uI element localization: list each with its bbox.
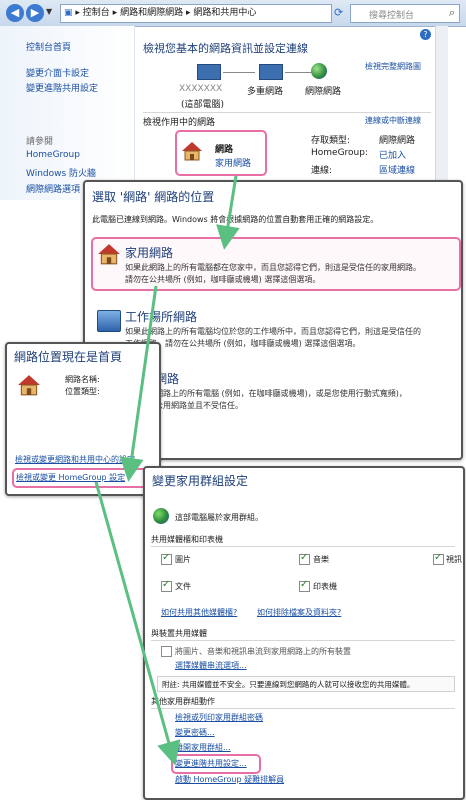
- videos-label: 視訊: [446, 555, 462, 564]
- public-option-desc-1: 網路上的所有電腦 (例如，在咖啡廳或機場)，或是您使用行動式寬頻)，: [155, 389, 407, 398]
- network-name-label: 網路名稱:: [65, 375, 100, 384]
- homegroup-label: HomeGroup:: [311, 148, 369, 158]
- stream-media-checkbox[interactable]: [161, 646, 172, 657]
- access-type-label: 存取類型:: [311, 136, 351, 146]
- dialog-title: 變更家用群組設定: [152, 474, 249, 488]
- breadcrumb-item[interactable]: 網路和網際網路: [120, 8, 183, 18]
- homegroup-status-link[interactable]: 已加入: [379, 148, 406, 161]
- share-section-heading: 共用媒體櫃和印表機: [151, 535, 223, 544]
- forward-button[interactable]: ▶: [26, 4, 44, 22]
- printers-label: 印表機: [313, 582, 337, 591]
- documents-label: 文件: [175, 582, 191, 591]
- help-icon[interactable]: ?: [420, 29, 431, 40]
- music-checkbox[interactable]: [299, 552, 310, 565]
- view-sharing-center-link[interactable]: 檢視或變更網路和共用中心的設定: [15, 454, 135, 465]
- location-now-home-dialog: 網路位置現在是首頁 網路名稱: 位置類型: 檢視或變更網路和共用中心的設定 檢視…: [5, 342, 161, 496]
- other-actions-heading: 其他家用群組動作: [151, 697, 215, 706]
- home-network-icon: [181, 141, 203, 164]
- section-divider: [151, 708, 455, 709]
- control-panel-icon: ▣: [64, 8, 73, 18]
- view-password-link[interactable]: 檢視或列印家用群組密碼: [175, 712, 263, 723]
- change-advanced-sharing-link[interactable]: 變更進階共用設定...: [175, 758, 247, 769]
- home-option-desc-1: 如果此網路上的所有電腦都在您家中，而且您認得它們，則這是受信任的家用網路。: [125, 263, 421, 272]
- sidebar-item-internet-options[interactable]: 網際網路選項: [26, 182, 80, 195]
- videos-checkbox[interactable]: [433, 552, 444, 565]
- node-multi-network: 多重網路: [247, 87, 284, 97]
- printers-checkbox[interactable]: [299, 579, 310, 592]
- section-divider: [143, 112, 431, 113]
- change-password-link[interactable]: 變更密碼...: [175, 727, 215, 738]
- view-homegroup-settings-link[interactable]: 檢視或變更 HomeGroup 設定: [16, 472, 125, 483]
- access-type-value: 網際網路: [379, 136, 416, 146]
- back-button[interactable]: ◀: [6, 4, 24, 22]
- network-icon: [259, 64, 283, 80]
- public-option-desc-2: 公用網路並且不受信任。: [155, 401, 243, 410]
- dropdown-chevron-icon[interactable]: ▼: [46, 7, 52, 16]
- node-pc-name: XXXXXXX: [179, 84, 223, 94]
- breadcrumb[interactable]: ▣ ▸ 控制台 ▸ 網路和網際網路 ▸ 網路和共用中心: [60, 4, 332, 23]
- homegroup-troubleshooter-link[interactable]: 啟動 HomeGroup 疑難排解員: [175, 774, 284, 785]
- refresh-icon[interactable]: ⟳: [334, 6, 343, 19]
- leave-homegroup-link[interactable]: 離開家用群組...: [175, 742, 231, 753]
- pictures-label: 圖片: [175, 555, 191, 564]
- device-section-heading: 與裝置共用媒體: [151, 629, 207, 638]
- work-option-title[interactable]: 工作場所網路: [125, 308, 197, 325]
- home-option-title[interactable]: 家用網路: [125, 244, 173, 261]
- work-option-desc-1: 如果此網路上的所有電腦均位於您的工作場所中，而且您認得它們，則這是受信任的: [125, 327, 421, 336]
- sidebar-item-homegroup[interactable]: HomeGroup: [26, 150, 80, 160]
- scrollbar[interactable]: [435, 26, 448, 200]
- sidebar-item-firewall[interactable]: Windows 防火牆: [26, 166, 96, 179]
- sidebar: 控制台首頁 變更介面卡設定 變更進階共用設定 請參閱 HomeGroup Win…: [0, 26, 135, 200]
- exclude-files-link[interactable]: 如何排除檔案及資料夾?: [257, 607, 341, 618]
- homegroup-membership: 這部電腦屬於家用群組。: [175, 513, 263, 522]
- breadcrumb-item[interactable]: 控制台: [83, 8, 110, 18]
- breadcrumb-chevron-icon: ▸: [112, 8, 121, 18]
- full-map-link[interactable]: 檢視完整網路圖: [365, 61, 421, 72]
- network-type-link[interactable]: 家用網路: [215, 156, 251, 169]
- stream-media-label: 將圖片、音樂和視訊串流到家用網路上的所有裝置: [175, 647, 351, 656]
- connector-line: [223, 72, 255, 73]
- globe-icon: [311, 63, 327, 79]
- home-option-desc-2: 請勿在公共場所 (例如，咖啡廳或機場) 選擇這個選項。: [125, 275, 321, 284]
- address-bar: ◀ ▶ ▼ ▣ ▸ 控制台 ▸ 網路和網際網路 ▸ 網路和共用中心 ⟳ 搜尋控制…: [0, 0, 466, 27]
- homegroup-icon: [153, 508, 169, 524]
- home-network-icon: [97, 242, 121, 269]
- node-internet: 網際網路: [305, 87, 342, 97]
- section-divider: [151, 640, 455, 641]
- active-networks-heading: 檢視作用中的網路: [143, 118, 216, 128]
- dialog-title: 選取 '網路' 網路的位置: [92, 190, 215, 204]
- dialog-title: 網路位置現在是首頁: [14, 350, 123, 364]
- breadcrumb-item[interactable]: 網路和共用中心: [193, 8, 256, 18]
- dialog-description: 此電腦已連線到網路。Windows 將會根據網路的位置自動套用正確的網路設定。: [92, 215, 379, 224]
- section-divider: [151, 546, 455, 547]
- security-note-text: 附註: 共用媒體並不安全。只要連線到您網路的人就可以接收您的共用媒體。: [162, 680, 415, 689]
- work-network-icon: [97, 310, 121, 332]
- location-type-label: 位置類型:: [65, 387, 100, 396]
- search-placeholder: 搜尋控制台: [369, 11, 415, 21]
- connect-disconnect-link[interactable]: 連線或中斷連線: [365, 115, 421, 126]
- documents-checkbox[interactable]: [161, 579, 172, 592]
- sidebar-home-link[interactable]: 控制台首頁: [26, 40, 71, 53]
- homegroup-settings-dialog: 變更家用群組設定 這部電腦屬於家用群組。 共用媒體櫃和印表機 圖片 音樂 視訊 …: [143, 466, 465, 800]
- node-pc-label: (這部電腦): [181, 100, 225, 110]
- music-label: 音樂: [313, 555, 329, 564]
- share-other-libraries-link[interactable]: 如何共用其他媒體櫃?: [161, 607, 237, 618]
- home-network-icon: [17, 374, 41, 399]
- main-panel: ? 檢視您基本的網路資訊並設定連線 檢視完整網路圖 XXXXXXX (這部電腦)…: [135, 26, 466, 200]
- stream-options-link[interactable]: 選擇媒體串流選項...: [175, 660, 247, 671]
- computer-icon: [197, 64, 221, 80]
- search-icon: ⌕: [448, 6, 455, 19]
- sidebar-item-adapter[interactable]: 變更介面卡設定: [26, 66, 89, 79]
- security-note: 附註: 共用媒體並不安全。只要連線到您網路的人就可以接收您的共用媒體。: [157, 676, 455, 692]
- local-connection-link[interactable]: 區域連線: [379, 163, 415, 176]
- pictures-checkbox[interactable]: [161, 552, 172, 565]
- sidebar-item-advanced-sharing[interactable]: 變更進階共用設定: [26, 81, 98, 94]
- search-input[interactable]: 搜尋控制台 ⌕: [350, 4, 460, 23]
- network-name: 網路: [215, 145, 234, 155]
- breadcrumb-chevron-icon: ▸: [75, 8, 83, 18]
- page-title: 檢視您基本的網路資訊並設定連線: [143, 42, 308, 55]
- see-also-heading: 請參閱: [26, 137, 54, 147]
- connection-label: 連線:: [311, 166, 333, 176]
